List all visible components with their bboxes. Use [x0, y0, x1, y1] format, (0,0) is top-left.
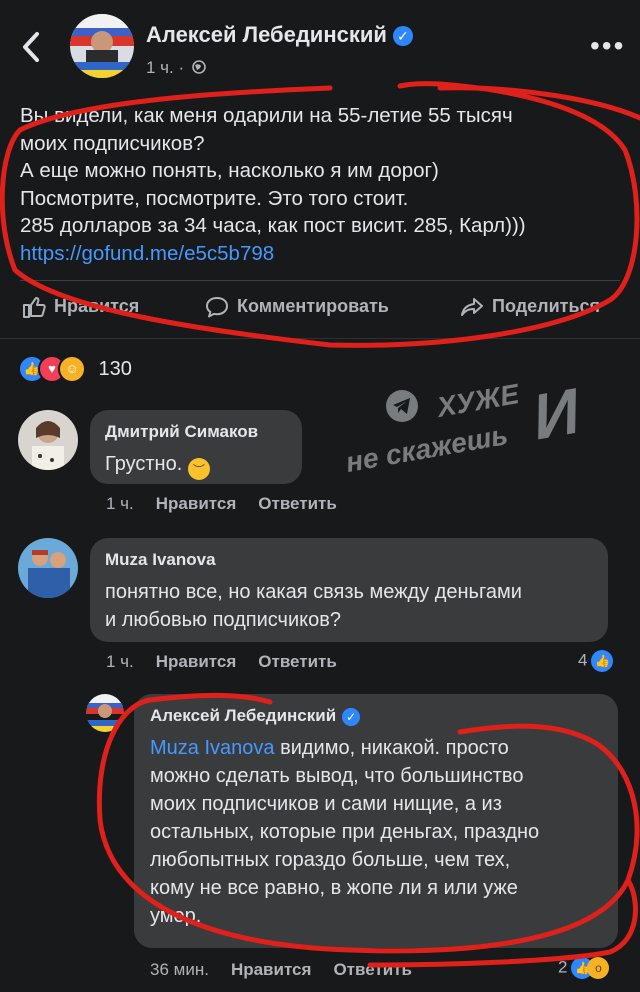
comment-bubble: Muza Ivanova понятно все, но какая связь…: [90, 538, 608, 642]
comment-meta: 1 ч. Нравится Ответить: [106, 494, 337, 514]
reactions-summary[interactable]: 👍 ♥ ☺ 130: [18, 355, 132, 383]
reply-text-line: можно сделать вывод, что большинство: [150, 765, 524, 787]
reply-likes-count: 2: [558, 957, 568, 977]
post-time[interactable]: 1 ч. ·: [146, 58, 184, 77]
comment-text-line: понятно все, но какая связь между деньга…: [105, 581, 522, 603]
watermark-letter: И: [527, 374, 585, 454]
comment-text: Грустно. ︶: [105, 450, 210, 480]
share-icon: [461, 298, 483, 317]
reply-author[interactable]: Алексей Лебединский ✓: [150, 706, 361, 726]
like-icon: 👍: [591, 650, 614, 672]
reply-text-part: видимо, никакой. просто: [274, 737, 509, 759]
thumbs-up-icon: [23, 297, 46, 319]
reply-text-line: умер.: [150, 905, 202, 927]
share-label: Поделиться: [492, 296, 601, 316]
comment-text: понятно все, но какая связь между деньга…: [105, 578, 522, 634]
telegram-icon: [386, 390, 418, 422]
reply-time[interactable]: 36 мин.: [150, 960, 209, 979]
author-avatar[interactable]: [70, 14, 134, 78]
divider: [20, 280, 620, 281]
verified-icon: ✓: [342, 707, 361, 726]
care-icon: ☺: [58, 355, 86, 383]
back-button[interactable]: [20, 26, 50, 66]
post-line: Посмотрите, посмотрите. Это того стоит.: [20, 186, 409, 210]
author-name-text[interactable]: Алексей Лебединский: [146, 22, 387, 47]
post-line: 285 долларов за 34 часа, как пост висит.…: [20, 214, 526, 237]
like-button[interactable]: Нравится: [22, 296, 140, 319]
comment-icon: [206, 297, 228, 318]
reply-bubble: Алексей Лебединский ✓ Muza Ivanova видимо…: [134, 694, 618, 948]
post-link[interactable]: https://gofund.me/e5c5b798: [20, 240, 620, 268]
comment-author[interactable]: Дмитрий Симаков: [105, 422, 258, 442]
post-body: Вы видели, как меня одарили на 55-летие …: [20, 102, 620, 267]
comment-reactions[interactable]: 4 👍: [578, 650, 614, 672]
comment-text-content: Грустно.: [105, 453, 183, 475]
verified-icon: ✓: [392, 26, 413, 47]
comment-label: Комментировать: [237, 296, 389, 316]
watermark-line1: ХУЖЕ: [434, 378, 522, 423]
reply-text-line: кому не все равно, в жопе ли я или уже: [150, 877, 518, 899]
commenter-avatar[interactable]: [18, 410, 78, 470]
reactions-count: 130: [98, 357, 132, 380]
comment-author[interactable]: Muza Ivanova: [105, 550, 216, 570]
comment-likes-count: 4: [578, 650, 588, 670]
commenter-photo: [18, 410, 78, 470]
reply-author-photo: [86, 694, 124, 732]
comment-time[interactable]: 1 ч.: [106, 652, 134, 671]
reply-text-line: остальных, которые при деньгах, праздно: [150, 821, 540, 843]
comment-bubble: Дмитрий Симаков Грустно. ︶: [90, 410, 302, 484]
post-line: А еще можно понять, насколько я им дорог…: [20, 159, 439, 182]
comment-reply-button[interactable]: Ответить: [258, 494, 337, 513]
post-line: моих подписчиков?: [20, 131, 205, 155]
comment-button[interactable]: Комментировать: [205, 296, 389, 318]
watermark: ХУЖЕ не скажешь И: [343, 375, 605, 485]
post-line: Вы видели, как меня одарили на 55-летие …: [20, 104, 513, 127]
reply-text-line: моих подписчиков и сами нищие, а из: [150, 793, 502, 815]
more-options-button[interactable]: •••: [590, 30, 625, 62]
share-button[interactable]: Поделиться: [460, 296, 600, 318]
comment-like-button[interactable]: Нравится: [156, 652, 237, 671]
comment-time[interactable]: 1 ч.: [106, 494, 134, 513]
reply-author-text[interactable]: Алексей Лебединский: [150, 706, 336, 725]
post-actions: Нравится Комментировать Поделиться: [0, 290, 640, 330]
like-label: Нравится: [54, 296, 140, 316]
commenter-avatar[interactable]: [18, 538, 78, 598]
watermark-line2: не скажешь: [343, 419, 511, 478]
reply-text: Muza Ivanova видимо, никакой. просто мож…: [150, 734, 539, 930]
reply-author-avatar[interactable]: [86, 694, 124, 732]
comment-reply-button[interactable]: Ответить: [258, 652, 337, 671]
mention-link[interactable]: Muza Ivanova: [150, 737, 275, 759]
globe-icon: [192, 60, 206, 74]
chevron-left-icon: [23, 32, 39, 62]
wow-icon: o: [587, 957, 610, 979]
reply-text-line: Muza Ivanova видимо, никакой. просто: [150, 734, 539, 762]
commenter-photo: [18, 538, 78, 598]
comment-meta: 1 ч. Нравится Ответить: [106, 652, 337, 672]
reply-meta: 36 мин. Нравится Ответить: [150, 960, 412, 980]
reply-reply-button[interactable]: Ответить: [333, 960, 412, 979]
reply-reactions[interactable]: 2 👍 o: [558, 957, 610, 979]
disappointed-emoji-icon: ︶: [187, 458, 210, 480]
author-photo: [70, 14, 134, 78]
reply-like-button[interactable]: Нравится: [231, 960, 312, 979]
comment-text-line: и любовью подписчиков?: [105, 609, 341, 631]
reply-text-line: любопытных гораздо больше, чем тех,: [150, 849, 511, 871]
post-meta: 1 ч. ·: [146, 58, 206, 78]
comment-like-button[interactable]: Нравится: [156, 494, 237, 513]
divider: [0, 338, 640, 339]
author-name[interactable]: Алексей Лебединский ✓: [146, 22, 413, 48]
